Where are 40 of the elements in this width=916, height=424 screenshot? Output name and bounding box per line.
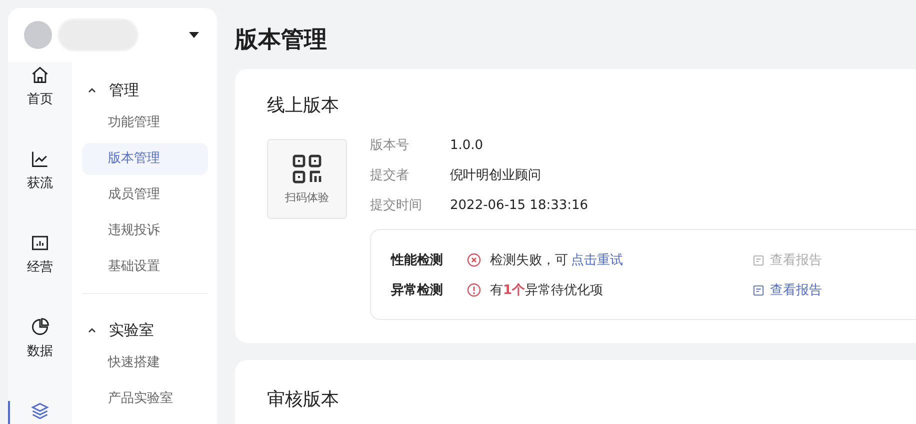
warning-icon [467, 283, 481, 297]
rail-item[interactable]: 首页 [8, 65, 72, 149]
home-icon [30, 65, 50, 85]
check-label: 性能检测 [391, 252, 444, 269]
pie-chart-icon [30, 317, 50, 337]
check-label: 异常检测 [391, 282, 444, 299]
check-message: 检测失败，可 [490, 252, 568, 269]
scan-qr-button[interactable]: 扫码体验 [267, 139, 347, 219]
bar-chart-icon [30, 233, 50, 253]
check-message: 有1个异常待优化项 [490, 282, 604, 299]
nav-item[interactable]: 违规投诉 [82, 215, 208, 247]
card-title: 审核版本 [267, 388, 340, 412]
document-icon [753, 284, 764, 296]
rail-item[interactable]: 经营 [8, 233, 72, 317]
nav-item[interactable]: 成员管理 [82, 179, 208, 211]
view-report-link[interactable]: 查看报告 [753, 281, 822, 299]
line-chart-icon [30, 149, 50, 169]
document-icon [753, 254, 764, 266]
layers-icon [30, 401, 50, 421]
field-label: 提交者 [370, 167, 410, 185]
field-label: 提交时间 [370, 197, 423, 215]
nav-item[interactable]: 产品实验室 [82, 383, 208, 415]
field-value: 1.0.0 [450, 137, 484, 155]
rail-item[interactable]: 获流 [8, 149, 72, 233]
nav-item[interactable]: 基础设置 [82, 251, 208, 283]
error-icon [467, 253, 481, 267]
caret-icon[interactable] [189, 32, 199, 38]
nav-item[interactable]: 功能管理 [82, 107, 208, 139]
card-title: 线上版本 [267, 94, 340, 118]
nav-group-header[interactable]: 实验室 [82, 313, 208, 347]
field-value: 倪叶明创业顾问 [450, 167, 542, 185]
rail-item[interactable]: 数据 [8, 317, 72, 401]
nav-group-header[interactable]: 管理 [82, 73, 208, 107]
qr-code-icon [292, 154, 322, 184]
nav-item[interactable]: 快速搭建 [82, 347, 208, 379]
page-title: 版本管理 [235, 26, 328, 55]
retry-link[interactable]: 点击重试 [571, 251, 623, 269]
field-label: 版本号 [370, 137, 410, 155]
nav-item[interactable]: 版本管理 [82, 143, 208, 175]
field-value: 2022-06-15 18:33:16 [450, 197, 590, 215]
